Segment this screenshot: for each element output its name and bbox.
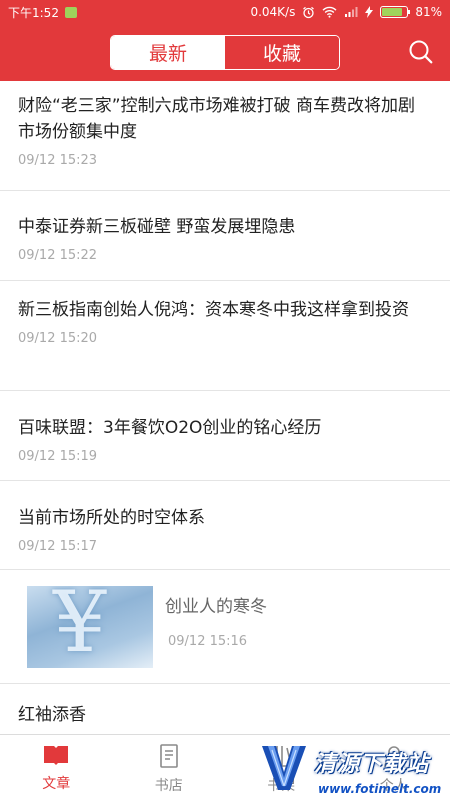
article-title: 红袖添香	[18, 705, 86, 725]
battery-icon	[380, 6, 411, 18]
bottom-nav: 文章 书店 书架 个人	[0, 734, 450, 800]
tab-latest[interactable]: 最新	[111, 36, 225, 69]
article-list: 财险“老三家”控制六成市场难被打破 商车费改将加剧市场份额集中度 09/12 1…	[0, 81, 450, 734]
nav-bookshelf[interactable]: 书架	[225, 735, 338, 800]
article-time: 09/12 15:17	[18, 539, 98, 554]
nav-profile[interactable]: 个人	[338, 735, 450, 800]
article-time: 09/12 15:19	[18, 449, 98, 464]
list-item[interactable]: 新三板指南创始人倪鸿：资本寒冬中我这样拿到投资 09/12 15:20	[0, 281, 450, 391]
article-title: 当前市场所处的时空体系	[18, 508, 205, 528]
article-title: 新三板指南创始人倪鸿：资本寒冬中我这样拿到投资	[18, 300, 409, 320]
battery-percent: 81%	[415, 5, 442, 19]
search-icon[interactable]	[408, 39, 434, 65]
tab-switcher: 最新 收藏	[110, 35, 340, 70]
notification-icon	[64, 6, 77, 18]
article-title: 中泰证券新三板碰壁 野蛮发展埋隐患	[18, 217, 296, 237]
bookshelf-icon	[270, 746, 293, 767]
list-item[interactable]: 当前市场所处的时空体系 09/12 15:17	[0, 481, 450, 570]
article-title: 百味联盟：3年餐饮O2O创业的铭心经历	[18, 418, 322, 438]
network-speed: 0.04K/s	[250, 5, 296, 19]
list-item[interactable]: 中泰证券新三板碰壁 野蛮发展埋隐患 09/12 15:22	[0, 191, 450, 281]
app-header: 最新 收藏	[0, 24, 450, 81]
tab-favorites[interactable]: 收藏	[225, 36, 339, 69]
nav-bookstore[interactable]: 书店	[113, 735, 226, 800]
article-title: 创业人的寒冬	[165, 597, 267, 617]
article-time: 09/12 15:16	[168, 634, 248, 649]
status-time: 下午1:52	[8, 5, 59, 20]
nav-label: 个人	[379, 778, 408, 794]
book-open-icon	[44, 746, 69, 765]
article-time: 09/12 15:22	[18, 248, 98, 263]
article-time: 09/12 15:23	[18, 153, 98, 168]
document-icon	[159, 744, 178, 768]
article-thumbnail: ¥	[27, 586, 153, 668]
list-item[interactable]: 百味联盟：3年餐饮O2O创业的铭心经历 09/12 15:19	[0, 391, 450, 481]
status-bar: 下午1:52 0.04K/s 81%	[0, 0, 450, 24]
list-item[interactable]: 红袖添香	[0, 684, 450, 728]
charging-icon	[365, 6, 374, 18]
nav-articles[interactable]: 文章	[0, 735, 113, 800]
alarm-icon	[302, 6, 315, 19]
nav-label: 书店	[154, 778, 183, 794]
list-item[interactable]: 财险“老三家”控制六成市场难被打破 商车费改将加剧市场份额集中度 09/12 1…	[0, 81, 450, 191]
person-icon	[383, 746, 404, 768]
signal-icon	[344, 6, 358, 18]
article-time: 09/12 15:20	[18, 331, 98, 346]
list-item-with-image[interactable]: ¥ 创业人的寒冬 09/12 15:16	[0, 570, 450, 684]
nav-label: 书架	[267, 778, 296, 794]
wifi-icon	[322, 6, 337, 18]
nav-label: 文章	[42, 776, 71, 792]
article-title: 财险“老三家”控制六成市场难被打破 商车费改将加剧市场份额集中度	[18, 96, 416, 142]
